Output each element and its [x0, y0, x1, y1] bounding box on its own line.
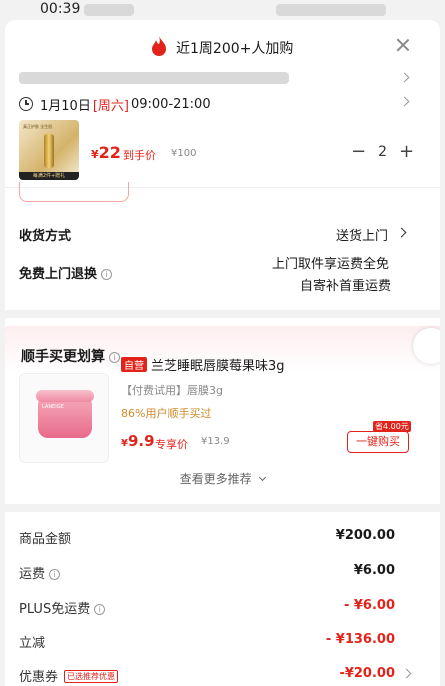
- summary-value: - ¥6.00: [343, 598, 395, 613]
- clock-icon: [19, 97, 33, 111]
- summary-value: ¥6.00: [353, 563, 395, 578]
- blurred-status-info: [84, 4, 134, 16]
- jar-brand: LANEIGE: [42, 404, 64, 410]
- chevron-right-icon[interactable]: [396, 227, 407, 238]
- chevron-down-icon: [259, 473, 267, 482]
- free-return-line1: 上门取件享运费全免: [272, 257, 390, 272]
- summary-value: ¥200.00: [335, 528, 395, 543]
- summary-label-text: 立减: [19, 636, 46, 651]
- product-price: ¥22: [91, 143, 121, 162]
- partial-button[interactable]: [19, 182, 129, 202]
- currency-symbol: ¥: [121, 438, 128, 449]
- one-click-buy-button[interactable]: 一键购买: [347, 431, 409, 453]
- plus-button[interactable]: +: [399, 143, 414, 161]
- status-bar: 00:39: [0, 0, 445, 22]
- info-icon[interactable]: i: [101, 269, 113, 280]
- delivery-weekday: [周六]: [92, 98, 129, 114]
- section-gap: [5, 310, 440, 318]
- summary-value: - ¥136.00: [325, 632, 395, 647]
- free-return-line2: 自寄补首重运费: [300, 279, 392, 294]
- self-operated-badge: 自营: [121, 357, 147, 372]
- summary-label: 优惠券 已选推荐优惠: [19, 666, 119, 685]
- order-sheet: 近1周200+人加购 1月10日 [周六] 09:00-21:00 真正护肤 全…: [5, 20, 440, 686]
- view-more-link[interactable]: 查看更多推荐: [5, 470, 440, 487]
- blurred-address[interactable]: [19, 72, 289, 84]
- recommend-item-spec: 【付费试用】唇膜3g: [121, 384, 223, 397]
- chevron-right-icon[interactable]: [399, 72, 410, 83]
- serum-bottle-image: [44, 134, 54, 168]
- recommend-title-text: 顺手买更划算: [21, 349, 105, 365]
- receive-method-value[interactable]: 送货上门: [336, 225, 388, 244]
- summary-label: PLUS免运费 i: [19, 598, 106, 617]
- summary-label-text: 运费: [19, 567, 46, 582]
- recommend-original-price: ¥13.9: [201, 436, 230, 447]
- summary-label-text: PLUS免运费: [19, 602, 91, 617]
- recommend-item-name[interactable]: 自营 兰芝睡眠唇膜莓果味3g: [121, 355, 285, 374]
- chevron-right-icon[interactable]: [401, 668, 412, 679]
- info-icon[interactable]: i: [109, 352, 120, 363]
- summary-label: 立减: [19, 632, 45, 651]
- blurred-status-icons: [276, 4, 386, 16]
- currency-symbol: ¥: [91, 148, 99, 161]
- close-icon[interactable]: [396, 38, 410, 52]
- recommend-item-image[interactable]: LANEIGE: [19, 373, 109, 463]
- price-value: 22: [98, 143, 121, 162]
- flame-icon: [152, 36, 166, 56]
- recommend-item-price: ¥9.9: [121, 432, 155, 450]
- summary-value[interactable]: -¥20.00: [339, 666, 395, 681]
- chevron-right-icon[interactable]: [399, 96, 410, 107]
- receive-method-label: 收货方式: [19, 229, 72, 244]
- original-price: ¥100: [171, 148, 197, 159]
- sheet-title: 近1周200+人加购: [176, 41, 294, 57]
- save-amount-badge: 省4.00元: [373, 421, 411, 432]
- quantity-stepper: − 2 +: [351, 143, 414, 161]
- summary-label-text: 优惠券: [19, 670, 59, 685]
- view-more-text: 查看更多推荐: [179, 472, 252, 486]
- status-time: 00:39: [40, 1, 81, 17]
- delivery-time-row[interactable]: 1月10日 [周六] 09:00-21:00: [19, 94, 211, 114]
- free-return-label: 免费上门退换 i: [19, 263, 113, 282]
- section-gap: [5, 504, 440, 512]
- recommend-item-name-text: 兰芝睡眠唇膜莓果味3g: [151, 359, 285, 374]
- summary-label: 运费 i: [19, 563, 61, 582]
- product-thumbnail[interactable]: 真正护肤 全生肌 每满2件+赠礼: [19, 120, 79, 180]
- recommend-price-label: 专享价: [155, 438, 188, 451]
- delivery-time-range: 09:00-21:00: [130, 96, 211, 112]
- recommend-item-popularity: 86%用户顺手买过: [121, 407, 212, 420]
- coupon-recommend-tag: 已选推荐优惠: [64, 670, 119, 683]
- summary-label-text: 商品金额: [19, 532, 72, 547]
- thumbnail-caption: 真正护肤 全生肌: [23, 124, 53, 129]
- info-icon[interactable]: i: [49, 569, 61, 580]
- free-return-text: 免费上门退换: [19, 267, 98, 282]
- summary-label: 商品金额: [19, 528, 71, 547]
- price-label: 到手价: [123, 149, 156, 162]
- sheet-header: 近1周200+人加购: [5, 32, 440, 60]
- minus-button[interactable]: −: [351, 143, 366, 161]
- delivery-date: 1月10日: [40, 98, 91, 114]
- info-icon[interactable]: i: [94, 604, 106, 615]
- recommend-title: 顺手买更划算 i: [21, 346, 120, 366]
- price-value: 9.9: [127, 432, 155, 450]
- thumbnail-strip: 每满2件+赠礼: [19, 172, 79, 180]
- quantity-value[interactable]: 2: [378, 144, 387, 160]
